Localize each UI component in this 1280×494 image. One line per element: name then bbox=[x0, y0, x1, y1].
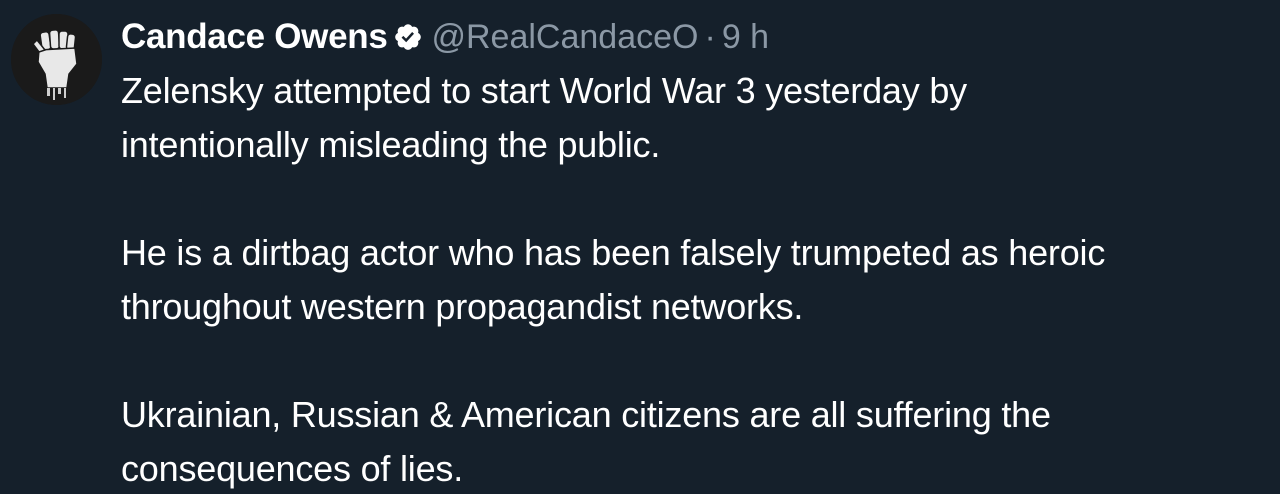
tweet-header: Candace Owens @RealCandaceO · 9 h bbox=[121, 12, 769, 62]
tweet-line: Ukrainian, Russian & American citizens a… bbox=[121, 394, 1051, 435]
verified-badge-icon bbox=[393, 22, 423, 52]
tweet-paragraph: Ukrainian, Russian & American citizens a… bbox=[121, 388, 1271, 494]
tweet-line: consequences of lies. bbox=[121, 448, 464, 489]
tweet-paragraph: Zelensky attempted to start World War 3 … bbox=[121, 64, 1271, 172]
tweet-line: Zelensky attempted to start World War 3 … bbox=[121, 70, 967, 111]
tweet: Candace Owens @RealCandaceO · 9 h Zelens… bbox=[0, 0, 1280, 494]
tweet-line: He is a dirtbag actor who has been false… bbox=[121, 232, 1106, 273]
raised-fist-icon bbox=[11, 14, 102, 105]
avatar[interactable] bbox=[11, 14, 102, 105]
header-separator: · bbox=[704, 17, 716, 56]
tweet-paragraph: He is a dirtbag actor who has been false… bbox=[121, 226, 1271, 334]
author-name[interactable]: Candace Owens bbox=[121, 17, 388, 57]
tweet-timestamp[interactable]: 9 h bbox=[722, 18, 769, 57]
tweet-line: throughout western propagandist networks… bbox=[121, 286, 804, 327]
tweet-text: Zelensky attempted to start World War 3 … bbox=[121, 64, 1271, 494]
tweet-line: intentionally misleading the public. bbox=[121, 124, 661, 165]
author-handle[interactable]: @RealCandaceO bbox=[431, 18, 698, 57]
